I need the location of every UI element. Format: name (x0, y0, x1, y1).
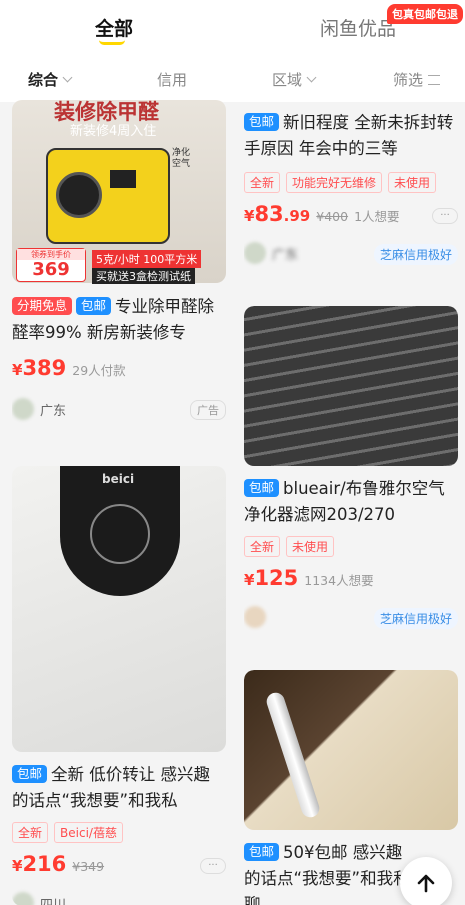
product-image[interactable] (244, 670, 458, 830)
product-title[interactable]: 包邮 新旧程度 全新未拆封转手原因 年会中的三等 (244, 110, 454, 162)
pen-icon (264, 690, 322, 820)
filter-credit[interactable]: 信用 (157, 69, 187, 90)
tab-active-indicator (99, 40, 125, 45)
filter-screen[interactable]: 筛选 (393, 69, 441, 90)
price: 389 (22, 356, 67, 380)
installment-tag: 分期免息 (12, 297, 73, 315)
seller-info[interactable]: 四川 (12, 892, 66, 905)
seller-info[interactable]: 广东 (12, 398, 66, 420)
attribute-chips: 全新 功能完好无维修 未使用 (244, 172, 437, 193)
more-options-icon[interactable]: ··· (200, 858, 226, 874)
avatar (12, 892, 34, 905)
product-card[interactable]: 装修除甲醛 新装修4周入住 净化空气 领券到手价 369 5克/小时 100平方… (12, 100, 226, 430)
free-shipping-tag: 包邮 (244, 113, 280, 131)
avatar (244, 242, 266, 264)
control-buttons-icon (90, 504, 150, 564)
price: 125 (254, 566, 299, 590)
paid-count: 29人付款 (72, 363, 126, 378)
seller-info[interactable] (244, 606, 266, 628)
price: 216 (22, 852, 67, 876)
seller-location: 四川 (40, 897, 67, 905)
product-title[interactable]: 包邮 50¥包邮 感兴趣的话点“我想要”和我私聊 (244, 840, 418, 905)
price-row: ¥ 125 1134人想要 (244, 566, 374, 590)
avatar (12, 398, 34, 420)
original-price: ¥400 (316, 209, 349, 224)
product-image[interactable]: beici (12, 466, 226, 752)
product-card[interactable]: 包邮 新旧程度 全新未拆封转手原因 年会中的三等 全新 功能完好无维修 未使用 ¥… (244, 104, 458, 274)
more-options-icon[interactable]: ··· (432, 208, 458, 224)
promo-badge: 包真包邮包退 (387, 4, 463, 24)
free-shipping-tag: 包邮 (12, 765, 48, 783)
credit-badge: 芝麻信用极好 (373, 244, 458, 265)
want-count: 1134人想要 (304, 573, 374, 588)
ad-badge: 广告 (190, 400, 226, 420)
price-row: ¥ 389 29人付款 (12, 356, 126, 380)
credit-badge: 芝麻信用极好 (373, 608, 458, 629)
free-shipping-tag: 包邮 (244, 843, 280, 861)
top-tab-bar: 全部 闲鱼优品 包真包邮包退 (0, 0, 465, 56)
filter-bar: 综合 信用 区域 筛选 (0, 56, 465, 102)
tab-xianyu-selected[interactable]: 闲鱼优品 (320, 14, 396, 41)
filter-comprehensive[interactable]: 综合 (28, 69, 73, 90)
seller-info[interactable]: 广东 (244, 242, 298, 264)
price: 83 (254, 202, 284, 226)
product-title[interactable]: 包邮 blueair/布鲁雅尔空气净化器滤网203/270 (244, 476, 454, 528)
seller-location: 广东 (40, 403, 67, 419)
filter-region[interactable]: 区域 (272, 69, 317, 90)
free-shipping-tag: 包邮 (76, 297, 112, 315)
product-image[interactable]: 装修除甲醛 新装修4周入住 净化空气 领券到手价 369 5克/小时 100平方… (12, 100, 226, 284)
chevron-down-icon (62, 72, 73, 83)
free-shipping-tag: 包邮 (244, 479, 280, 497)
price-row: ¥ 83 .99 ¥400 1人想要 (244, 202, 400, 226)
attribute-chips: 全新 未使用 (244, 536, 335, 557)
price-row: ¥ 216 ¥349 (12, 852, 105, 876)
avatar (244, 606, 266, 628)
device-panel: beici (60, 466, 180, 596)
want-count: 1人想要 (354, 209, 400, 224)
attribute-chips: 全新 Beici/蓓慈 (12, 822, 123, 843)
product-title[interactable]: 分期免息 包邮 专业除甲醛除醛率99% 新房新装修专 (12, 294, 222, 346)
original-price: ¥349 (72, 859, 105, 874)
back-to-top-button[interactable] (400, 857, 452, 905)
product-card[interactable]: 包邮 blueair/布鲁雅尔空气净化器滤网203/270 全新 未使用 ¥ 12… (244, 306, 458, 636)
seller-location: 广东 (272, 247, 299, 263)
fan-icon (56, 172, 102, 218)
arrow-up-icon (417, 874, 435, 893)
product-card[interactable]: beici 包邮 全新 低价转让 感兴趣的话点“我想要”和我私 全新 Beici/… (12, 466, 226, 905)
chevron-down-icon (306, 72, 317, 83)
tab-all[interactable]: 全部 (95, 14, 133, 41)
product-title[interactable]: 包邮 全新 低价转让 感兴趣的话点“我想要”和我私 (12, 762, 222, 814)
product-image[interactable] (244, 306, 458, 466)
air-purifier-machine (46, 148, 170, 244)
filter-icon (428, 74, 441, 85)
